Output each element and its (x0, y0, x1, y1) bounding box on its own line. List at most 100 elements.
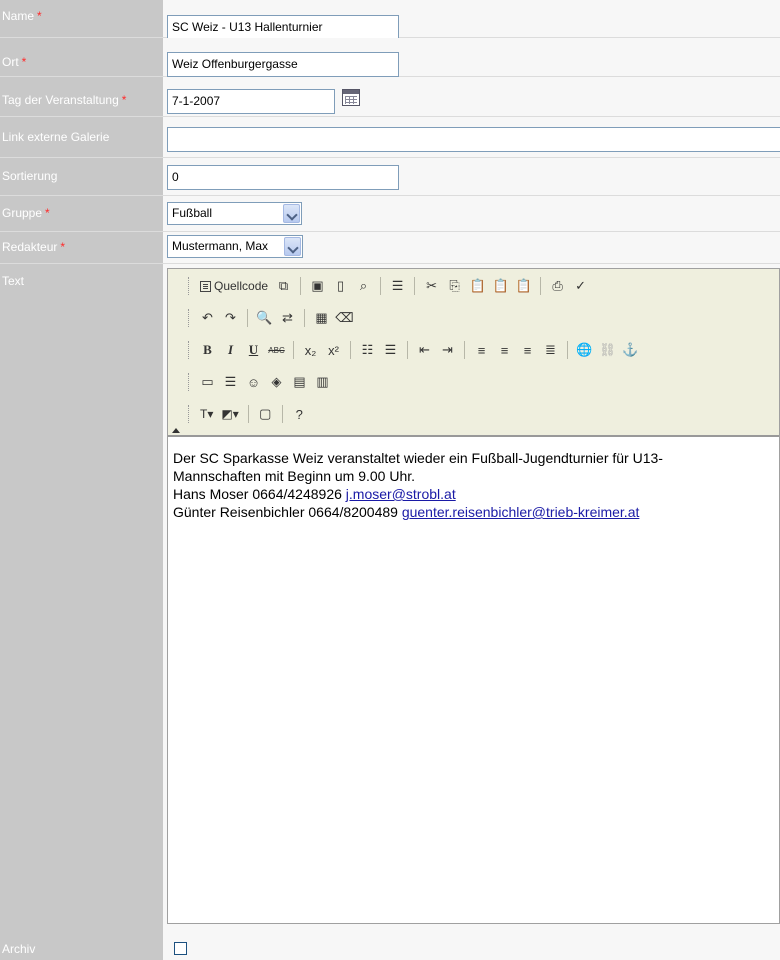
collapse-toolbar-icon[interactable] (172, 428, 180, 433)
sortierung-label: Sortierung (2, 169, 58, 183)
editor-content[interactable]: Der SC Sparkasse Weiz veranstaltet wiede… (173, 449, 773, 521)
template-icon[interactable]: ☰ (387, 276, 408, 296)
required-star: * (121, 93, 127, 107)
toolbar-row-3: B I U ABC x₂ x² ☷ ☰ ⇤ ⇥ ≡ ≡ ≡ ≣ 🌐 ⛓ ⚓ (188, 339, 641, 361)
italic-button[interactable]: I (220, 340, 241, 360)
rich-text-editor: Quellcode ⧉ ▣ ▯ ⌕ ☰ ✂ ⎘ 📋 📋 📋 ⎙ ✓ ↶ ↷ 🔍 … (167, 268, 780, 924)
calendar-icon[interactable] (342, 89, 360, 106)
undo-icon[interactable]: ↶ (197, 308, 218, 328)
numbered-list-icon[interactable]: ☷ (357, 340, 378, 360)
strike-button[interactable]: ABC (266, 340, 287, 360)
underline-button[interactable]: U (243, 340, 264, 360)
print-icon[interactable]: ⎙ (547, 276, 568, 296)
image-icon[interactable]: ▭ (197, 372, 218, 392)
email-link[interactable]: guenter.reisenbichler@trieb-kreimer.at (402, 504, 640, 520)
preview-icon[interactable]: ⌕ (353, 276, 374, 296)
toolbar-row-4: ▭ ☰ ☺ ◈ ▤ ▥ (188, 371, 333, 393)
superscript-icon[interactable]: x² (323, 340, 344, 360)
chevron-down-icon[interactable] (284, 237, 301, 256)
group-select-value: Fußball (172, 206, 213, 220)
name-input[interactable]: SC Weiz - U13 Hallenturnier (167, 15, 399, 40)
unlink-icon[interactable]: ⛓ (597, 340, 618, 360)
bold-button[interactable]: B (197, 340, 218, 360)
link-label: Link externe Galerie (2, 130, 110, 144)
toolbar-separator (304, 309, 305, 327)
find-icon[interactable]: 🔍 (254, 308, 275, 328)
cut-icon[interactable]: ✂ (421, 276, 442, 296)
gruppe-label: Gruppe * (2, 206, 50, 220)
row-gruppe: Gruppe * Fußball (0, 196, 780, 232)
row-tag: Tag der Veranstaltung * 7-1-2007 (0, 77, 780, 117)
toolbar-grip (188, 277, 191, 295)
gallery-link-input[interactable] (167, 127, 780, 152)
group-select[interactable]: Fußball (167, 202, 302, 225)
link-icon[interactable]: 🌐 (574, 340, 595, 360)
content-line: Günter Reisenbichler 0664/8200489 guente… (173, 504, 640, 520)
anchor-icon[interactable]: ⚓ (620, 340, 641, 360)
source-label: Quellcode (214, 279, 269, 293)
align-justify-icon[interactable]: ≣ (540, 340, 561, 360)
sort-input[interactable]: 0 (167, 165, 399, 190)
toolbar-separator (350, 341, 351, 359)
background-color-icon[interactable]: ◩▾ (218, 404, 241, 424)
help-icon[interactable]: ? (289, 404, 310, 424)
align-left-icon[interactable]: ≡ (471, 340, 492, 360)
remove-format-icon[interactable]: ⌫ (334, 308, 355, 328)
paste-text-icon[interactable]: 📋 (490, 276, 511, 296)
archive-checkbox[interactable] (174, 942, 187, 955)
chevron-down-icon[interactable] (283, 204, 300, 223)
align-right-icon[interactable]: ≡ (517, 340, 538, 360)
content-line: Hans Moser 0664/4248926 j.moser@strobl.a… (173, 486, 456, 502)
toolbar-separator (414, 277, 416, 295)
required-star: * (37, 9, 42, 23)
email-link[interactable]: j.moser@strobl.at (346, 486, 456, 502)
bullet-list-icon[interactable]: ☰ (380, 340, 401, 360)
redo-icon[interactable]: ↷ (220, 308, 241, 328)
horizontal-rule-icon[interactable]: ☰ (220, 372, 241, 392)
spellcheck-icon[interactable]: ✓ (570, 276, 591, 296)
toolbar-separator (281, 405, 283, 423)
templates-icon[interactable]: ⧉ (273, 276, 294, 296)
paste-icon[interactable]: 📋 (467, 276, 488, 296)
toolbar-grip (188, 341, 191, 359)
indent-icon[interactable]: ⇥ (437, 340, 458, 360)
save-icon[interactable]: ▣ (307, 276, 328, 296)
content-line: Mannschaften mit Beginn um 9.00 Uhr. (173, 468, 416, 484)
row-link: Link externe Galerie (0, 117, 780, 158)
tag-label: Tag der Veranstaltung * (2, 93, 127, 107)
text-color-icon[interactable]: T▾ (197, 404, 216, 424)
required-star: * (21, 55, 27, 69)
replace-icon[interactable]: ⇄ (277, 308, 298, 328)
row-name: Name * SC Weiz - U13 Hallenturnier (0, 0, 780, 40)
maximize-icon[interactable]: ▢ (255, 404, 276, 424)
source-button[interactable]: Quellcode (197, 276, 271, 296)
toolbar-separator (247, 309, 248, 327)
new-page-icon[interactable]: ▯ (330, 276, 351, 296)
row-redakteur: Redakteur * Mustermann, Max (0, 232, 780, 264)
archiv-label: Archiv (2, 942, 36, 956)
toolbar-separator (407, 341, 408, 359)
date-input[interactable]: 7-1-2007 (167, 89, 335, 114)
toolbar-separator (464, 341, 465, 359)
required-star: * (60, 240, 66, 254)
row-sortierung: Sortierung 0 (0, 158, 780, 196)
copy-icon[interactable]: ⎘ (444, 276, 465, 296)
ort-input[interactable]: Weiz Offenburgergasse (167, 52, 399, 77)
toolbar-grip (188, 373, 191, 391)
outdent-icon[interactable]: ⇤ (414, 340, 435, 360)
align-center-icon[interactable]: ≡ (494, 340, 515, 360)
page-break-icon[interactable]: ▥ (312, 372, 333, 392)
paste-word-icon[interactable]: 📋 (513, 276, 534, 296)
toolbar-separator (540, 277, 542, 295)
toolbar-grip (188, 309, 191, 327)
content-line: Der SC Sparkasse Weiz veranstaltet wiede… (173, 450, 663, 466)
select-all-icon[interactable]: ▦ (311, 308, 332, 328)
toolbar-separator (293, 341, 294, 359)
special-char-icon[interactable]: ◈ (266, 372, 287, 392)
table-icon[interactable]: ▤ (289, 372, 310, 392)
subscript-icon[interactable]: x₂ (300, 340, 321, 360)
ort-label: Ort * (2, 55, 27, 69)
archiv-cell (163, 934, 780, 960)
editor-select[interactable]: Mustermann, Max (167, 235, 303, 258)
smiley-icon[interactable]: ☺ (243, 372, 264, 392)
